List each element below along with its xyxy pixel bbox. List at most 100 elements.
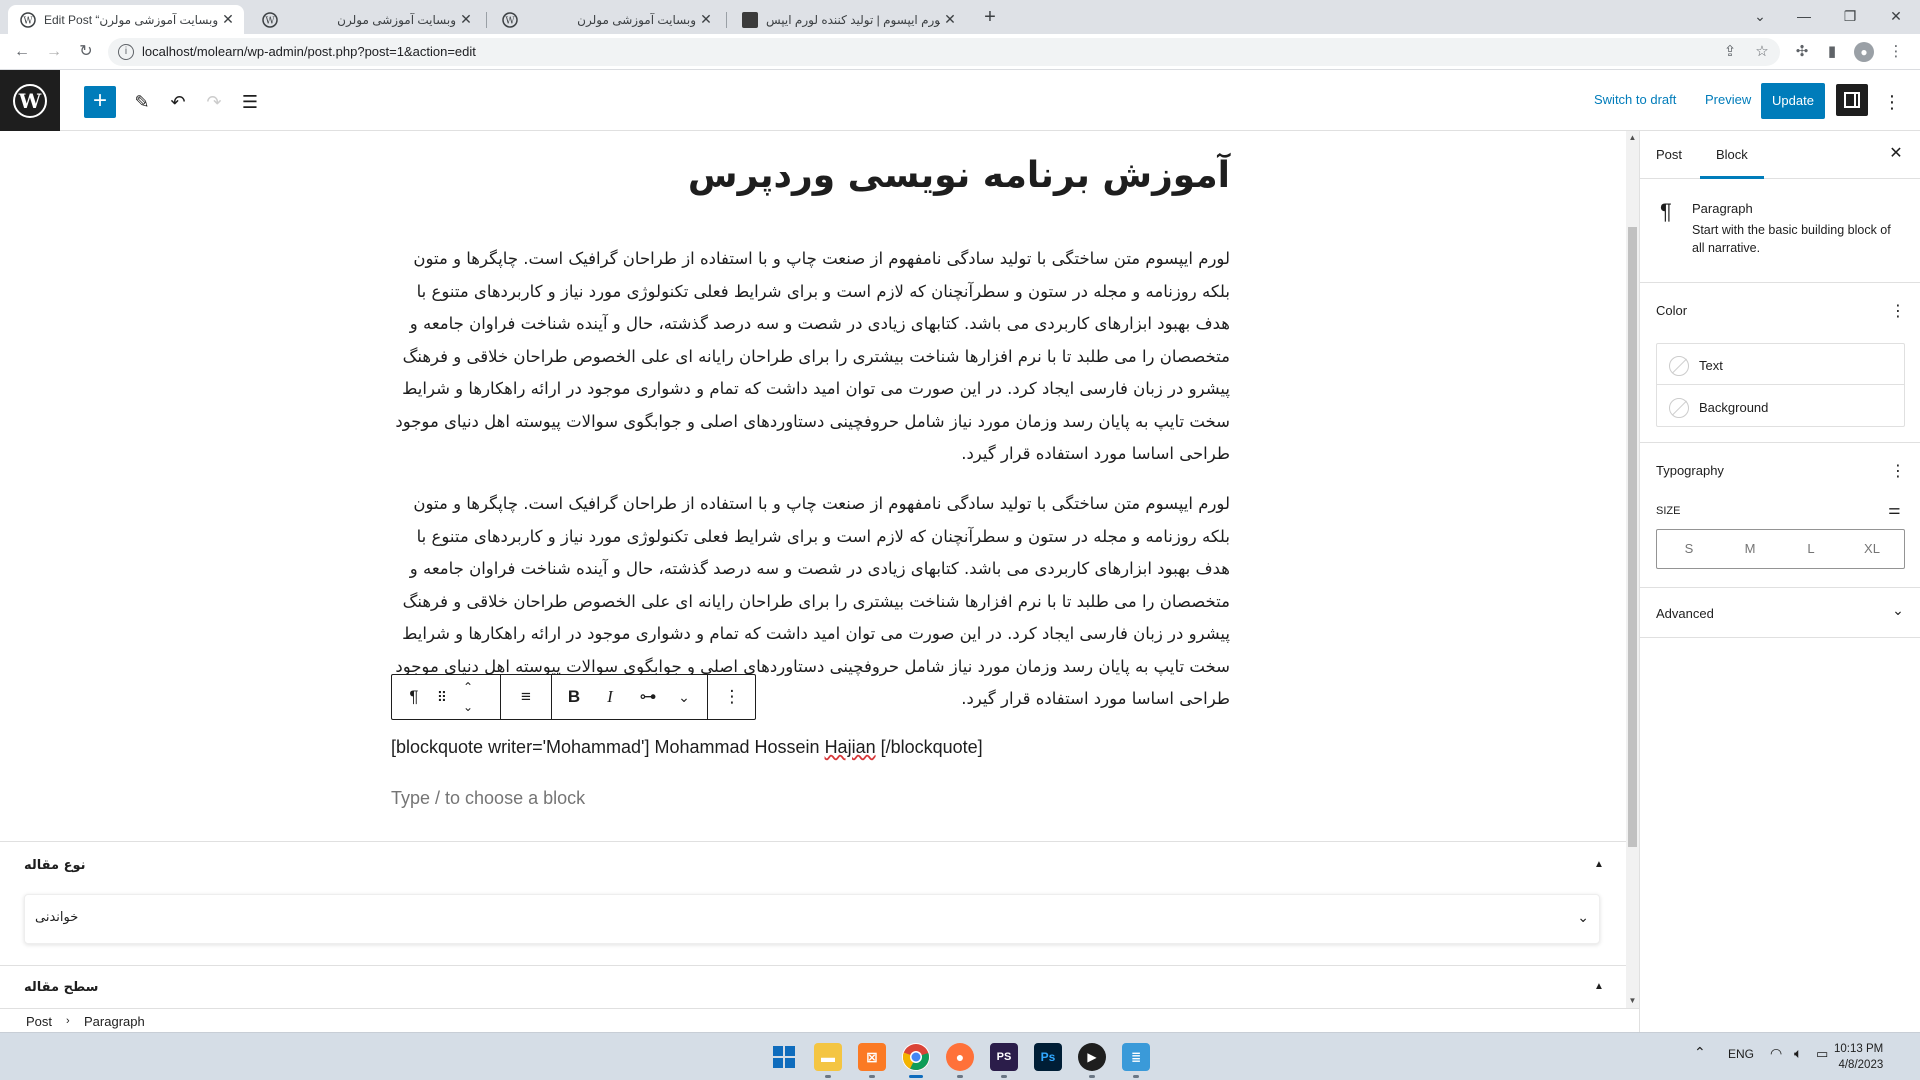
close-icon[interactable]: ✕: [218, 11, 238, 28]
browser-tab-2[interactable]: W وبسایت آموزشی مولرن ✕: [250, 5, 482, 34]
notepad-icon[interactable]: ≣: [1122, 1043, 1150, 1071]
share-icon[interactable]: ⇪: [1720, 42, 1740, 62]
toolbar-separator: [500, 675, 501, 719]
block-options-icon[interactable]: ⋮: [714, 675, 750, 719]
phpstorm-icon[interactable]: PS: [990, 1043, 1018, 1071]
close-icon[interactable]: ✕: [1884, 143, 1908, 163]
close-icon[interactable]: ✕: [696, 11, 716, 28]
link-icon[interactable]: ⊶: [630, 675, 666, 719]
breadcrumb-post[interactable]: Post: [26, 1014, 52, 1029]
close-icon[interactable]: ✕: [940, 11, 960, 28]
more-formats-chevron-icon[interactable]: ⌄: [668, 675, 700, 719]
advanced-panel[interactable]: Advanced ⌄: [1640, 588, 1920, 638]
browser-menu-icon[interactable]: ⋮: [1886, 42, 1906, 62]
site-info-icon[interactable]: i: [118, 44, 134, 60]
browser-tab-4[interactable]: لورم ایپسوم | تولید کننده لورم ایپس ✕: [730, 5, 966, 34]
tab-search-chevron-icon[interactable]: ⌄: [1740, 4, 1780, 28]
browser-tab-active[interactable]: W Edit Post “وبسایت آموزشی مولرن” ✕: [8, 5, 244, 34]
italic-icon[interactable]: I: [594, 675, 626, 719]
extensions-puzzle-icon[interactable]: ✣: [1792, 42, 1812, 62]
bookmark-star-icon[interactable]: ☆: [1752, 42, 1772, 62]
browser-tab-title: وبسایت آموزشی مولرن: [577, 12, 696, 27]
text-color-option[interactable]: Text: [1657, 344, 1904, 385]
block-appender-placeholder[interactable]: Type / to choose a block: [391, 788, 585, 809]
redo-icon[interactable]: ↷: [200, 88, 228, 116]
chrome-icon[interactable]: [902, 1043, 930, 1071]
editor-scrollbar[interactable]: ▲ ▼: [1626, 131, 1639, 1008]
paragraph-block-1[interactable]: لورم ایپسوم متن ساختگی با تولید سادگی نا…: [390, 243, 1230, 471]
reload-icon[interactable]: ↻: [74, 40, 98, 64]
bold-icon[interactable]: B: [558, 675, 590, 719]
new-tab-icon[interactable]: +: [978, 6, 1002, 29]
collapse-up-icon[interactable]: ▲: [1594, 859, 1604, 870]
empty-swatch-icon: [1669, 356, 1689, 376]
firefox-icon[interactable]: ●: [946, 1043, 974, 1071]
update-button[interactable]: Update: [1761, 83, 1825, 119]
volume-icon[interactable]: 🔈︎: [1794, 1045, 1802, 1062]
shortcode-text-end: [/blockquote]: [875, 737, 983, 757]
font-size-picker: S M L XL: [1656, 529, 1905, 569]
post-title[interactable]: آموزش برنامه نویسی وردپرس: [390, 155, 1230, 196]
forward-arrow-icon[interactable]: →: [42, 40, 66, 64]
tab-post[interactable]: Post: [1656, 147, 1682, 162]
collapse-up-icon[interactable]: ▲: [1594, 981, 1604, 992]
add-block-button[interactable]: +: [84, 86, 116, 118]
restore-icon[interactable]: ❐: [1830, 4, 1870, 28]
switch-to-draft-button[interactable]: Switch to draft: [1594, 92, 1676, 107]
xampp-icon[interactable]: ⊠: [858, 1043, 886, 1071]
language-indicator[interactable]: ENG: [1728, 1047, 1754, 1061]
custom-size-sliders-icon[interactable]: ⚌: [1888, 501, 1901, 518]
minimize-icon[interactable]: —: [1784, 4, 1824, 28]
preview-button[interactable]: Preview: [1705, 92, 1751, 107]
svg-text:W: W: [23, 16, 33, 26]
side-panel-icon[interactable]: ▮: [1822, 42, 1842, 62]
size-option-m[interactable]: M: [1720, 541, 1780, 556]
profile-avatar-icon[interactable]: ●: [1854, 42, 1874, 62]
file-explorer-icon[interactable]: ▬: [814, 1043, 842, 1071]
scroll-down-icon[interactable]: ▼: [1626, 994, 1639, 1008]
wifi-icon[interactable]: ◠: [1770, 1045, 1782, 1062]
back-arrow-icon[interactable]: ←: [10, 40, 34, 64]
battery-icon[interactable]: ▭: [1816, 1046, 1828, 1062]
move-up-down-icon[interactable]: ⌃ ⌄: [454, 675, 482, 719]
meta-box-title[interactable]: نوع مقاله: [24, 858, 86, 873]
window-close-icon[interactable]: ✕: [1876, 4, 1916, 28]
article-type-select[interactable]: خواندنی ⌄: [24, 894, 1600, 944]
panel-options-icon[interactable]: ⋮: [1888, 301, 1908, 321]
size-option-xl[interactable]: XL: [1842, 541, 1902, 556]
breadcrumb-paragraph[interactable]: Paragraph: [84, 1014, 145, 1029]
drag-handle-icon[interactable]: ⠿: [430, 675, 454, 719]
size-label: SIZE: [1656, 505, 1681, 517]
shortcode-paragraph[interactable]: [blockquote writer='Mohammad'] Mohammad …: [391, 737, 983, 758]
text-color-label: Text: [1699, 358, 1723, 373]
list-view-icon[interactable]: ☰: [236, 88, 264, 116]
settings-toggle-button[interactable]: [1836, 84, 1868, 116]
scroll-up-icon[interactable]: ▲: [1626, 131, 1639, 145]
running-indicator: [957, 1075, 963, 1078]
background-color-option[interactable]: Background: [1657, 386, 1904, 427]
windows-start-icon[interactable]: [770, 1043, 798, 1071]
typography-panel-title: Typography: [1656, 463, 1724, 478]
browser-tab-3[interactable]: W وبسایت آموزشی مولرن ✕: [490, 5, 722, 34]
undo-icon[interactable]: ↶: [164, 88, 192, 116]
scroll-thumb[interactable]: [1628, 227, 1637, 847]
pencil-tools-icon[interactable]: ✎: [128, 88, 156, 116]
address-bar[interactable]: i localhost/molearn/wp-admin/post.php?po…: [108, 38, 1780, 66]
size-option-l[interactable]: L: [1781, 541, 1841, 556]
wordpress-logo[interactable]: W: [0, 70, 60, 131]
meta-box-title[interactable]: سطح مقاله: [24, 980, 98, 995]
options-menu-icon[interactable]: ⋮: [1880, 88, 1904, 116]
running-indicator: [869, 1075, 875, 1078]
media-player-icon[interactable]: ▶: [1078, 1043, 1106, 1071]
wordpress-favicon-icon: W: [262, 11, 278, 28]
block-breadcrumb: Post › Paragraph: [0, 1008, 1639, 1032]
size-option-s[interactable]: S: [1659, 541, 1719, 556]
tab-block[interactable]: Block: [1700, 147, 1764, 179]
close-icon[interactable]: ✕: [456, 11, 476, 28]
panel-options-icon[interactable]: ⋮: [1888, 461, 1908, 481]
paragraph-pilcrow-icon[interactable]: ¶: [398, 675, 430, 719]
system-clock[interactable]: 10:13 PM 4/8/2023: [1834, 1041, 1883, 1073]
photoshop-icon[interactable]: Ps: [1034, 1043, 1062, 1071]
tray-overflow-chevron-icon[interactable]: ⌃: [1694, 1044, 1706, 1061]
align-left-icon[interactable]: ≡: [508, 675, 544, 719]
